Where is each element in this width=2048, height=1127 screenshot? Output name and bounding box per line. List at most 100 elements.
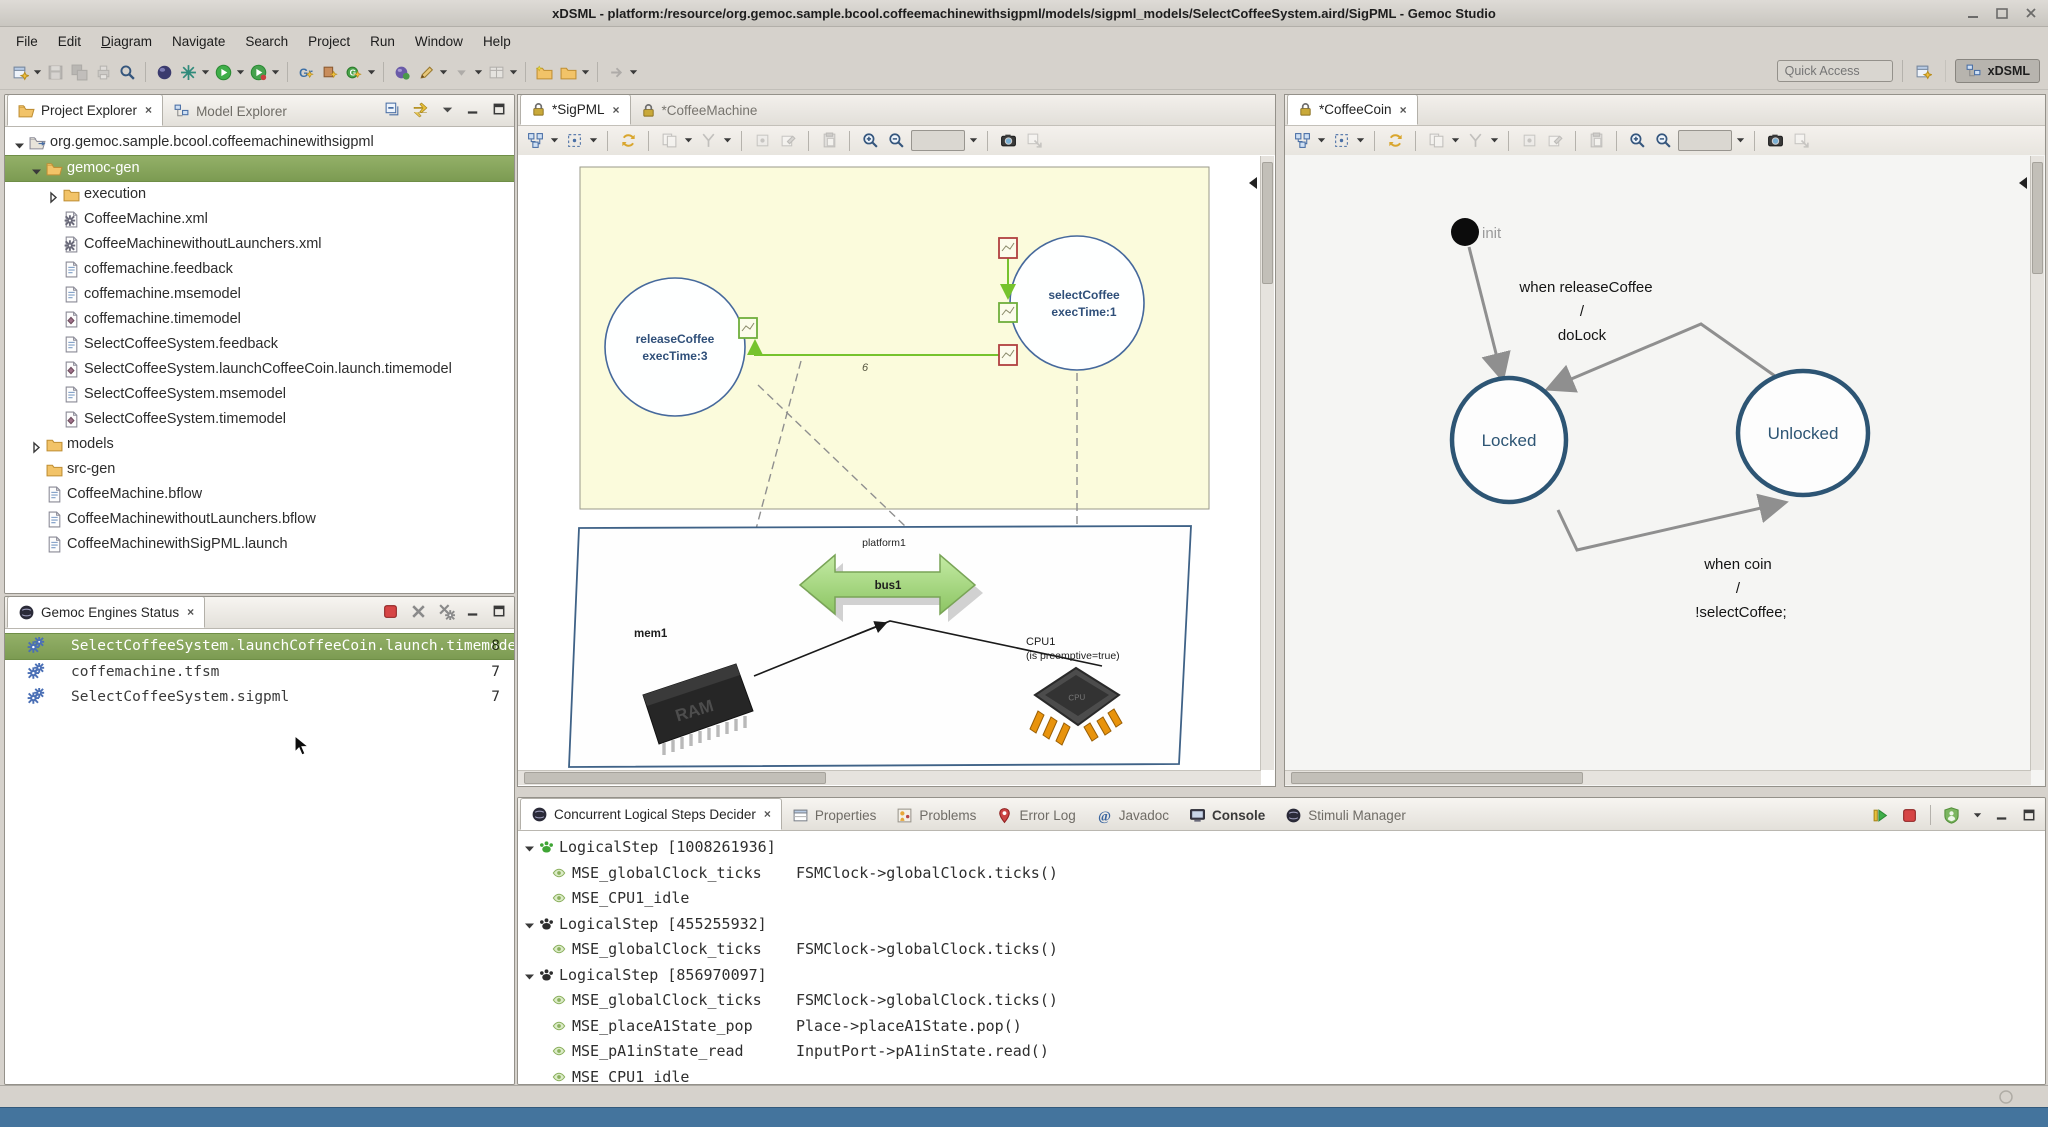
- chevron-down-icon[interactable]: [549, 129, 560, 153]
- chevron-down-icon[interactable]: [438, 60, 449, 84]
- maximize-view-icon[interactable]: [492, 102, 507, 117]
- step-execution-icon[interactable]: [1872, 807, 1889, 824]
- maximize-view-icon[interactable]: [492, 604, 507, 619]
- sigpml-vertical-scrollbar[interactable]: [1260, 156, 1274, 770]
- chevron-down-icon[interactable]: [366, 60, 377, 84]
- coffeecoin-horizontal-scrollbar[interactable]: [1285, 770, 2031, 785]
- chevron-down-icon[interactable]: [968, 129, 979, 153]
- tree-item-coffeemachinewithsigpml-launch[interactable]: CoffeeMachinewithSigPML.launch: [5, 532, 514, 557]
- tab-stimuli-manager[interactable]: Stimuli Manager: [1275, 800, 1416, 830]
- window-maximize-button[interactable]: [1996, 7, 2009, 20]
- logical-step-row[interactable]: LogicalStep [455255932]: [518, 912, 2045, 938]
- logical-step-row[interactable]: LogicalStep [856970097]: [518, 963, 2045, 989]
- tree-item-selectcoffeesystem-timemodel[interactable]: SelectCoffeeSystem.timemodel: [5, 407, 514, 432]
- mse-event-row[interactable]: MSE_pA1inState_readInputPort->pA1inState…: [518, 1039, 2045, 1065]
- tree-item-coffemachine-timemodel[interactable]: coffemachine.timemodel: [5, 307, 514, 332]
- minimize-view-icon[interactable]: [466, 604, 481, 619]
- marquee-icon[interactable]: [562, 129, 586, 153]
- menu-project[interactable]: Project: [298, 30, 360, 53]
- dispose-all-engines-icon[interactable]: [438, 603, 455, 620]
- tree-item-coffeemachine-xml[interactable]: CoffeeMachine.xml: [5, 207, 514, 232]
- close-icon[interactable]: ×: [1400, 103, 1407, 117]
- tree-item-gemoc-gen[interactable]: gemoc-gen: [5, 155, 514, 182]
- menu-help[interactable]: Help: [473, 30, 521, 53]
- chevron-down-icon[interactable]: [270, 60, 281, 84]
- tree-item-org-gemoc-sample-bcool-coffeemachinewithsigpml[interactable]: org.gemoc.sample.bcool.coffeemachinewith…: [5, 130, 514, 155]
- zoom-out-icon[interactable]: [1651, 129, 1675, 153]
- expanded-arrow-icon[interactable]: [523, 970, 536, 983]
- tree-item-execution[interactable]: execution: [5, 182, 514, 207]
- zoom-level-combo[interactable]: [1678, 130, 1732, 151]
- sigpml-horizontal-scrollbar[interactable]: [518, 770, 1261, 785]
- annotation-pencil-icon[interactable]: [414, 60, 438, 84]
- layout-icon[interactable]: [523, 129, 547, 153]
- camera-icon[interactable]: [996, 129, 1020, 153]
- tab-problems[interactable]: Problems: [886, 800, 986, 830]
- tree-item-coffemachine-feedback[interactable]: coffemachine.feedback: [5, 257, 514, 282]
- mse-event-row[interactable]: MSE_CPU1_idle: [518, 1065, 2045, 1086]
- collapse-all-icon[interactable]: [384, 101, 401, 118]
- tree-item-coffemachine-msemodel[interactable]: coffemachine.msemodel: [5, 282, 514, 307]
- chevron-down-icon[interactable]: [683, 129, 694, 153]
- menu-edit[interactable]: Edit: [48, 30, 91, 53]
- skip-breakpoints-icon[interactable]: [176, 60, 200, 84]
- decider-shield-icon[interactable]: [1943, 807, 1960, 824]
- quick-access-input[interactable]: [1777, 60, 1893, 82]
- tab-project-explorer[interactable]: Project Explorer ×: [7, 94, 163, 126]
- tab-concurrent-logical-steps-decider[interactable]: Concurrent Logical Steps Decider×: [520, 798, 782, 830]
- mse-event-row[interactable]: MSE_globalClock_ticksFSMClock->globalClo…: [518, 861, 2045, 887]
- chevron-down-icon[interactable]: [235, 60, 246, 84]
- sigpml-diagram-canvas[interactable]: releaseCoffee execTime:3 selectCoffee ex…: [518, 155, 1275, 786]
- palette-collapse-icon[interactable]: [1249, 177, 1257, 189]
- menu-window[interactable]: Window: [405, 30, 473, 53]
- folder-icon[interactable]: [556, 60, 580, 84]
- palette-collapse-icon[interactable]: [2019, 177, 2027, 189]
- tree-item-selectcoffeesystem-msemodel[interactable]: SelectCoffeeSystem.msemodel: [5, 382, 514, 407]
- close-icon[interactable]: ×: [764, 807, 771, 821]
- view-menu-icon[interactable]: [440, 102, 455, 117]
- chevron-down-icon[interactable]: [1735, 129, 1746, 153]
- chevron-down-icon[interactable]: [580, 60, 591, 84]
- gemoc-run-a-icon[interactable]: Gr: [294, 60, 318, 84]
- expanded-arrow-icon[interactable]: [523, 842, 536, 855]
- layout-icon[interactable]: [1290, 129, 1314, 153]
- coffeecoin-vertical-scrollbar[interactable]: [2030, 156, 2044, 770]
- chevron-down-icon[interactable]: [1972, 808, 1983, 823]
- close-icon[interactable]: ×: [145, 103, 152, 117]
- tab-console[interactable]: Console: [1179, 800, 1275, 830]
- tree-item-src-gen[interactable]: src-gen: [5, 457, 514, 482]
- mse-event-row[interactable]: MSE_placeA1State_popPlace->placeA1State.…: [518, 1014, 2045, 1040]
- engine-row[interactable]: SelectCoffeeSystem.launchCoffeeCoin.laun…: [5, 633, 514, 660]
- zoom-in-icon[interactable]: [1625, 129, 1649, 153]
- chevron-down-icon[interactable]: [1489, 129, 1500, 153]
- tree-item-selectcoffeesystem-launchcoffeecoin-launch-timemodel[interactable]: SelectCoffeeSystem.launchCoffeeCoin.laun…: [5, 357, 514, 382]
- purple-sphere-icon[interactable]: [390, 60, 414, 84]
- refresh-icon[interactable]: [616, 129, 640, 153]
- tab-javadoc[interactable]: @Javadoc: [1086, 800, 1179, 830]
- menu-file[interactable]: File: [6, 30, 48, 53]
- minimize-view-icon[interactable]: [466, 102, 481, 117]
- agent-selectcoffee[interactable]: [1010, 236, 1144, 370]
- search-icon[interactable]: [115, 60, 139, 84]
- close-icon[interactable]: ×: [187, 605, 194, 619]
- tree-item-coffeemachinewithoutlaunchers-xml[interactable]: CoffeeMachinewithoutLaunchers.xml: [5, 232, 514, 257]
- close-icon[interactable]: ×: [613, 103, 620, 117]
- link-with-editor-icon[interactable]: [412, 101, 429, 118]
- tree-item-selectcoffeesystem-feedback[interactable]: SelectCoffeeSystem.feedback: [5, 332, 514, 357]
- stop-execution-icon[interactable]: [1901, 807, 1918, 824]
- tab-model-explorer[interactable]: Model Explorer: [163, 96, 297, 126]
- java-sphere-icon[interactable]: [152, 60, 176, 84]
- camera-icon[interactable]: [1763, 129, 1787, 153]
- mse-event-row[interactable]: MSE_CPU1_idle: [518, 886, 2045, 912]
- desktop-taskbar[interactable]: [0, 1107, 2048, 1127]
- chevron-down-icon[interactable]: [508, 60, 519, 84]
- zoom-out-icon[interactable]: [884, 129, 908, 153]
- zoom-level-combo[interactable]: [911, 130, 965, 151]
- tab-error-log[interactable]: Error Log: [986, 800, 1085, 830]
- chevron-down-icon[interactable]: [1316, 129, 1327, 153]
- chevron-down-icon[interactable]: [200, 60, 211, 84]
- tab-gemoc-engines-status[interactable]: Gemoc Engines Status ×: [7, 596, 205, 628]
- tab-sigpml[interactable]: *SigPML ×: [520, 94, 631, 125]
- menu-search[interactable]: Search: [235, 30, 298, 53]
- marquee-icon[interactable]: [1329, 129, 1353, 153]
